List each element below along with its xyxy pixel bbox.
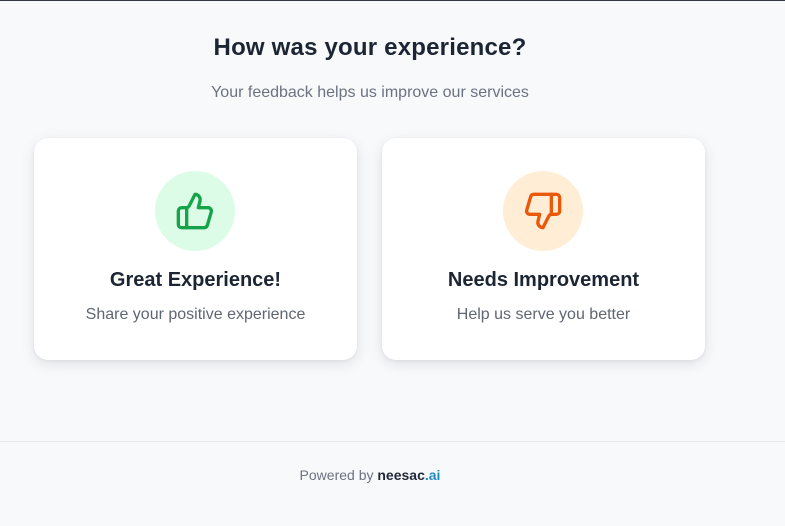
great-experience-description: Share your positive experience (85, 306, 306, 323)
footer: Powered by neesac.ai (0, 467, 740, 483)
great-experience-card[interactable]: Great Experience! Share your positive ex… (34, 138, 357, 360)
thumbs-down-icon-badge (503, 171, 583, 251)
brand-link[interactable]: neesac.ai (377, 467, 440, 483)
top-border (0, 0, 785, 1)
needs-improvement-description: Help us serve you better (456, 306, 631, 323)
brand-name: neesac (377, 467, 425, 483)
page-subtitle: Your feedback helps us improve our servi… (211, 84, 529, 101)
page-title: How was your experience? (213, 34, 527, 61)
needs-improvement-title: Needs Improvement (447, 269, 640, 291)
thumbs-down-icon (524, 192, 562, 230)
thumbs-up-icon-badge (155, 171, 235, 251)
great-experience-title: Great Experience! (109, 269, 282, 291)
needs-improvement-card[interactable]: Needs Improvement Help us serve you bett… (382, 138, 705, 360)
thumbs-up-icon (176, 192, 214, 230)
footer-powered-by: Powered by (299, 467, 378, 483)
footer-divider (0, 441, 785, 442)
brand-tld: .ai (424, 467, 441, 483)
